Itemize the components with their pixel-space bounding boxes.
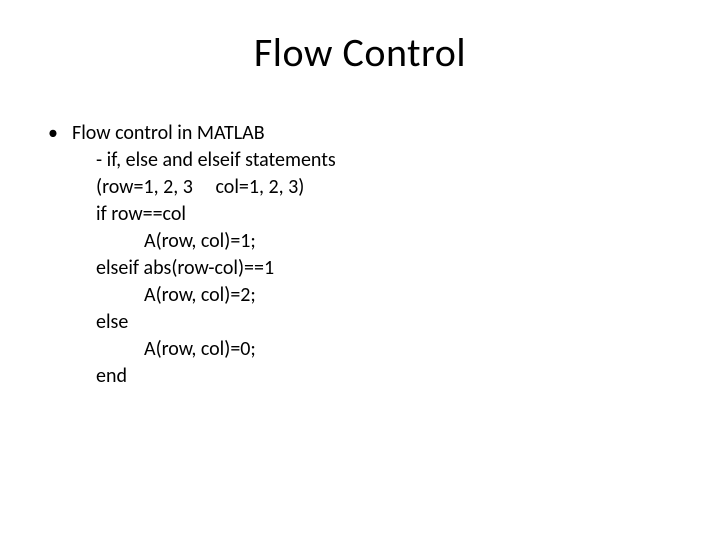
code-line: - if, else and elseif statements <box>48 147 672 174</box>
code-line: else <box>48 309 672 336</box>
bullet-item: Flow control in MATLAB <box>48 120 672 147</box>
slide: Flow Control Flow control in MATLAB - if… <box>0 0 720 540</box>
code-line: (row=1, 2, 3 col=1, 2, 3) <box>48 174 672 201</box>
code-line: elseif abs(row-col)==1 <box>48 255 672 282</box>
code-line: A(row, col)=2; <box>48 282 672 309</box>
code-line: end <box>48 363 672 390</box>
code-line: if row==col <box>48 201 672 228</box>
slide-title: Flow Control <box>0 28 720 77</box>
code-line: A(row, col)=1; <box>48 228 672 255</box>
code-line: A(row, col)=0; <box>48 336 672 363</box>
slide-body: Flow control in MATLAB - if, else and el… <box>48 120 672 390</box>
